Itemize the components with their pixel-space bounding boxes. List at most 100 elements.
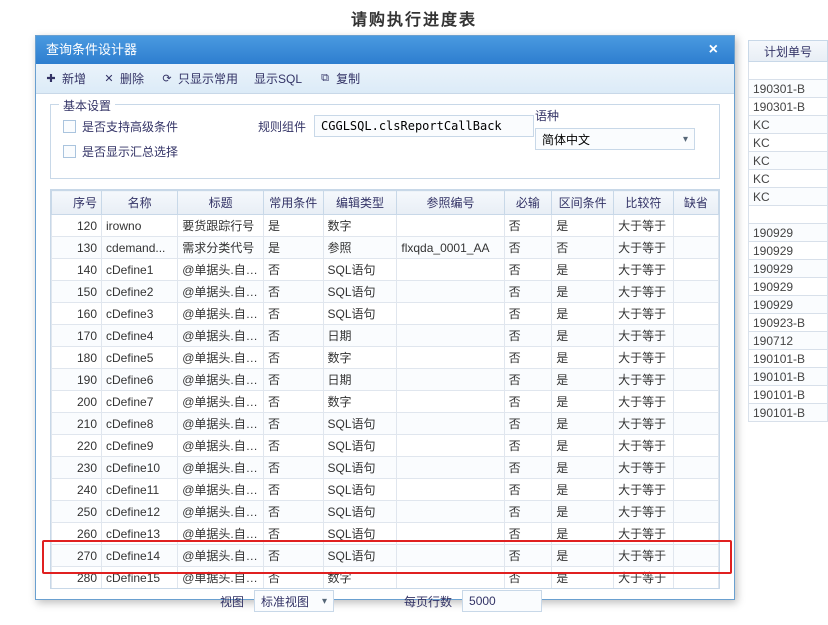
pagesize-input[interactable]: 5000 — [462, 590, 542, 612]
cell-must[interactable]: 否 — [504, 501, 552, 523]
cell-name[interactable]: cDefine13 — [102, 523, 178, 545]
bg-cell[interactable]: 190101-B — [748, 386, 828, 404]
cell-must[interactable]: 否 — [504, 413, 552, 435]
cell-name[interactable]: cDefine7 — [102, 391, 178, 413]
table-row[interactable]: 210cDefine8@单据头.自定...否SQL语句否是大于等于 — [52, 413, 719, 435]
dialog-titlebar[interactable]: 查询条件设计器 × — [36, 36, 734, 64]
cell-ref[interactable] — [397, 391, 504, 413]
cell-cmp[interactable]: 大于等于 — [614, 457, 674, 479]
bg-cell[interactable]: 190929 — [748, 296, 828, 314]
bg-cell[interactable]: 190301-B — [748, 98, 828, 116]
cell-must[interactable]: 否 — [504, 369, 552, 391]
cell-name[interactable]: cDefine12 — [102, 501, 178, 523]
cell-edit[interactable]: SQL语句 — [323, 413, 397, 435]
cell-ref[interactable] — [397, 413, 504, 435]
table-row[interactable]: 140cDefine1@单据头.自定...否SQL语句否是大于等于 — [52, 259, 719, 281]
cell-ref[interactable] — [397, 501, 504, 523]
cell-def[interactable] — [673, 259, 718, 281]
cell-must[interactable]: 否 — [504, 259, 552, 281]
table-row[interactable]: 170cDefine4@单据头.自定...否日期否是大于等于 — [52, 325, 719, 347]
cell-title[interactable]: @单据头.自定... — [178, 281, 264, 303]
table-row[interactable]: 190cDefine6@单据头.自定...否日期否是大于等于 — [52, 369, 719, 391]
bg-cell[interactable]: 190929 — [748, 224, 828, 242]
cell-edit[interactable]: 日期 — [323, 325, 397, 347]
bg-cell[interactable]: KC — [748, 188, 828, 206]
cell-common[interactable]: 否 — [263, 545, 323, 567]
cell-common[interactable]: 否 — [263, 369, 323, 391]
bg-cell[interactable]: 190301-B — [748, 80, 828, 98]
cell-title[interactable]: @单据头.自定... — [178, 413, 264, 435]
cell-edit[interactable]: SQL语句 — [323, 545, 397, 567]
cell-range[interactable]: 是 — [552, 523, 614, 545]
cell-must[interactable]: 否 — [504, 281, 552, 303]
cell-common[interactable]: 否 — [263, 479, 323, 501]
bg-cell[interactable]: KC — [748, 134, 828, 152]
cell-edit[interactable]: 数字 — [323, 347, 397, 369]
cell-edit[interactable]: 数字 — [323, 215, 397, 237]
cell-name[interactable]: cdemand... — [102, 237, 178, 259]
cell-def[interactable] — [673, 457, 718, 479]
cell-edit[interactable]: SQL语句 — [323, 303, 397, 325]
cell-def[interactable] — [673, 479, 718, 501]
cell-no[interactable]: 140 — [52, 259, 102, 281]
cell-edit[interactable]: SQL语句 — [323, 457, 397, 479]
cell-cmp[interactable]: 大于等于 — [614, 523, 674, 545]
cell-title[interactable]: @单据头.自定... — [178, 369, 264, 391]
cell-ref[interactable] — [397, 259, 504, 281]
cell-must[interactable]: 否 — [504, 347, 552, 369]
close-icon[interactable]: × — [703, 36, 724, 64]
cell-ref[interactable] — [397, 545, 504, 567]
col-range[interactable]: 区间条件 — [552, 191, 614, 215]
cell-title[interactable]: @单据头.自定... — [178, 303, 264, 325]
cell-name[interactable]: cDefine1 — [102, 259, 178, 281]
cell-no[interactable]: 160 — [52, 303, 102, 325]
col-def[interactable]: 缺省 — [673, 191, 718, 215]
table-row[interactable]: 130cdemand...需求分类代号是参照flxqda_0001_AA否否大于… — [52, 237, 719, 259]
cell-common[interactable]: 否 — [263, 281, 323, 303]
cell-must[interactable]: 否 — [504, 303, 552, 325]
cell-range[interactable]: 是 — [552, 259, 614, 281]
cell-ref[interactable] — [397, 457, 504, 479]
cell-name[interactable]: cDefine6 — [102, 369, 178, 391]
bg-cell[interactable]: 190101-B — [748, 368, 828, 386]
cell-ref[interactable] — [397, 281, 504, 303]
cell-cmp[interactable]: 大于等于 — [614, 325, 674, 347]
cell-def[interactable] — [673, 325, 718, 347]
cell-cmp[interactable]: 大于等于 — [614, 435, 674, 457]
col-common[interactable]: 常用条件 — [263, 191, 323, 215]
cell-name[interactable]: cDefine2 — [102, 281, 178, 303]
cell-name[interactable]: cDefine9 — [102, 435, 178, 457]
rule-component-input[interactable] — [314, 115, 534, 137]
cell-no[interactable]: 170 — [52, 325, 102, 347]
col-title[interactable]: 标题 — [178, 191, 264, 215]
cell-title[interactable]: @单据头.自定... — [178, 479, 264, 501]
cell-title[interactable]: @单据头.自定... — [178, 545, 264, 567]
cell-title[interactable]: 需求分类代号 — [178, 237, 264, 259]
cell-title[interactable]: @单据头.自定... — [178, 435, 264, 457]
cell-must[interactable]: 否 — [504, 523, 552, 545]
col-edit[interactable]: 编辑类型 — [323, 191, 397, 215]
cell-edit[interactable]: SQL语句 — [323, 259, 397, 281]
bg-cell[interactable] — [748, 62, 828, 80]
cell-cmp[interactable]: 大于等于 — [614, 413, 674, 435]
cell-range[interactable]: 是 — [552, 545, 614, 567]
cell-title[interactable]: 要货跟踪行号 — [178, 215, 264, 237]
cell-def[interactable] — [673, 237, 718, 259]
cell-ref[interactable] — [397, 347, 504, 369]
cell-title[interactable]: @单据头.自定... — [178, 457, 264, 479]
cell-must[interactable]: 否 — [504, 237, 552, 259]
cell-name[interactable]: cDefine10 — [102, 457, 178, 479]
bg-cell[interactable]: KC — [748, 116, 828, 134]
cell-edit[interactable]: SQL语句 — [323, 281, 397, 303]
table-row[interactable]: 250cDefine12@单据头.自定...否SQL语句否是大于等于 — [52, 501, 719, 523]
cell-common[interactable]: 否 — [263, 457, 323, 479]
cell-def[interactable] — [673, 303, 718, 325]
cell-range[interactable]: 是 — [552, 391, 614, 413]
copy-button[interactable]: ⧉复制 — [318, 70, 360, 87]
cell-ref[interactable] — [397, 325, 504, 347]
cell-def[interactable] — [673, 501, 718, 523]
cell-must[interactable]: 否 — [504, 479, 552, 501]
view-select[interactable]: 标准视图▾ — [254, 590, 334, 612]
table-row[interactable]: 260cDefine13@单据头.自定...否SQL语句否是大于等于 — [52, 523, 719, 545]
bg-cell[interactable]: 190929 — [748, 278, 828, 296]
